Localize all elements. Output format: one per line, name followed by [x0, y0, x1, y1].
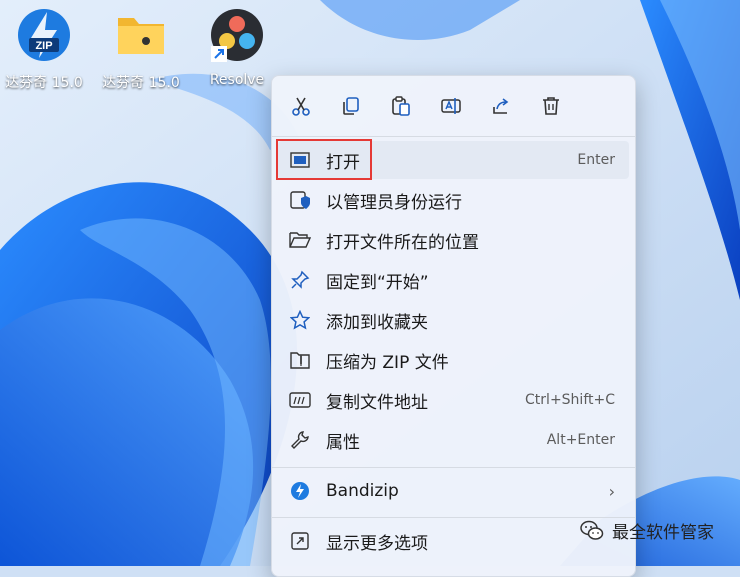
- menu-item-label: 固定到“开始”: [326, 272, 429, 293]
- menu-item-label: 显示更多选项: [326, 533, 428, 554]
- paste-icon: [392, 96, 410, 116]
- menu-item-label: 添加到收藏夹: [326, 312, 428, 333]
- desktop-icon-label: 达芬奇 15.0: [102, 75, 180, 91]
- copy-button[interactable]: [334, 90, 368, 122]
- share-button[interactable]: [484, 90, 518, 122]
- delete-icon: [543, 97, 559, 115]
- zip-folder-icon: [288, 348, 312, 372]
- menu-item-compress-zip[interactable]: 压缩为 ZIP 文件: [278, 341, 629, 379]
- more-options-icon: [288, 529, 312, 553]
- menu-item-label: 复制文件地址: [326, 392, 428, 413]
- desktop-icon-label: 达芬奇 15.0: [5, 75, 83, 91]
- desktop-icon-resolve[interactable]: Resolve: [191, 6, 283, 88]
- wechat-icon: [580, 520, 604, 540]
- menu-item-pin-to-start[interactable]: 固定到“开始”: [278, 261, 629, 299]
- bandizip-zip-icon: ZIP: [17, 8, 71, 62]
- zip-badge: ZIP: [35, 40, 52, 52]
- menu-item-shortcut: Ctrl+Shift+C: [525, 392, 615, 408]
- copy-path-icon: [288, 388, 312, 412]
- delete-button[interactable]: [534, 90, 568, 122]
- cut-icon: [292, 97, 310, 116]
- menu-item-bandizip[interactable]: Bandizip ›: [278, 472, 629, 510]
- menu-separator: [272, 467, 635, 468]
- menu-item-label: 打开文件所在的位置: [326, 232, 479, 253]
- paste-button[interactable]: [384, 90, 418, 122]
- desktop-icon-bandizip[interactable]: ZIP 达芬奇 15.0: [0, 6, 90, 91]
- bandizip-icon: [288, 479, 312, 503]
- menu-item-shortcut: Enter: [577, 152, 615, 168]
- rename-icon: [441, 98, 461, 114]
- menu-item-run-as-admin[interactable]: 以管理员身份运行: [278, 181, 629, 219]
- desktop-icon-folder[interactable]: 达芬奇 15.0: [95, 6, 187, 91]
- folder-icon: [114, 8, 168, 62]
- menu-item-label: 以管理员身份运行: [326, 192, 462, 213]
- menu-item-shortcut: Alt+Enter: [546, 432, 615, 448]
- highlight-box: [276, 139, 372, 180]
- davinci-resolve-icon: [210, 8, 264, 62]
- share-icon: [493, 98, 509, 114]
- menu-item-properties[interactable]: 属性 Alt+Enter: [278, 421, 629, 459]
- cut-button[interactable]: [284, 90, 318, 122]
- context-menu-toolbar: [272, 86, 635, 126]
- wrench-icon: [288, 428, 312, 452]
- rename-button[interactable]: [434, 90, 468, 122]
- desktop-icon-label: Resolve: [209, 72, 265, 88]
- menu-separator: [272, 136, 635, 137]
- copy-icon: [343, 97, 359, 115]
- watermark-text: 最全软件管家: [612, 523, 714, 543]
- menu-item-label: 属性: [326, 432, 360, 453]
- menu-item-open-location[interactable]: 打开文件所在的位置: [278, 221, 629, 259]
- chevron-right-icon: ›: [608, 481, 615, 501]
- shield-icon: [288, 188, 312, 212]
- menu-item-show-more-options[interactable]: 显示更多选项: [278, 522, 629, 560]
- menu-item-label: 压缩为 ZIP 文件: [326, 352, 449, 373]
- menu-item-copy-path[interactable]: 复制文件地址 Ctrl+Shift+C: [278, 381, 629, 419]
- watermark: 最全软件管家: [580, 518, 714, 543]
- menu-item-label: Bandizip: [326, 481, 399, 501]
- menu-item-add-to-favorites[interactable]: 添加到收藏夹: [278, 301, 629, 339]
- folder-open-icon: [288, 228, 312, 252]
- star-icon: [288, 308, 312, 332]
- pin-icon: [288, 268, 312, 292]
